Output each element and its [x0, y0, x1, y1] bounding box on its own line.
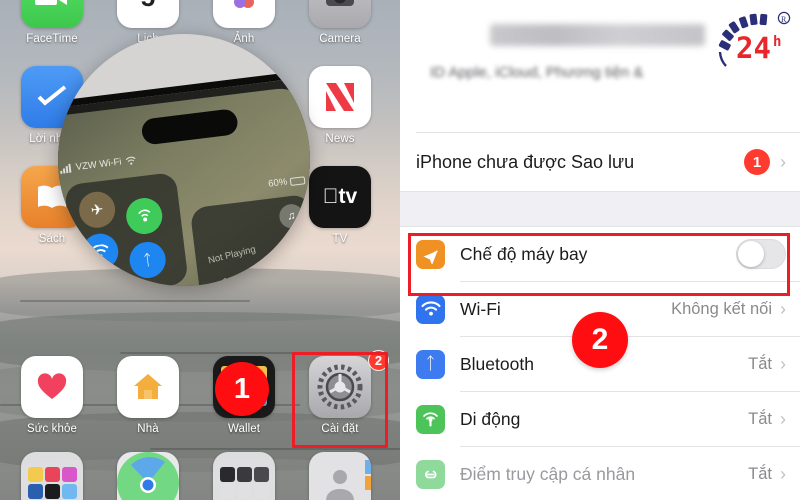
media-play-icon[interactable]: ▶ [248, 276, 261, 286]
battery-indicator: 60% [267, 174, 306, 190]
facetime-icon [21, 0, 83, 28]
magnified-phone-screen: VZW Wi-Fi 60% ✈ ᛏ ♫ ◀◀ ▶ Not Playing [58, 84, 310, 286]
screenshot-root: FaceTime 5 Lịch Ảnh [0, 0, 800, 500]
dock-folder-1[interactable] [4, 452, 100, 500]
account-name-redacted [490, 24, 705, 46]
backup-row[interactable]: iPhone chưa được Sao lưu 1 › [400, 133, 800, 191]
step-2-callout: 2 [572, 312, 628, 368]
dock-maps[interactable] [100, 452, 196, 500]
airplane-icon [416, 239, 445, 269]
app-camera[interactable]: Camera [292, 0, 388, 45]
backup-badge: 1 [744, 149, 770, 175]
photos-icon [213, 0, 275, 28]
cellular-toggle-button[interactable] [124, 196, 165, 237]
hotspot-icon [416, 459, 445, 489]
row-cellular[interactable]: Di động Tắt › [400, 392, 800, 446]
news-icon [309, 66, 371, 128]
chevron-right-icon: › [780, 152, 786, 172]
dynamic-island [140, 108, 239, 146]
chevron-right-icon: › [780, 299, 786, 319]
app-label: FaceTime [26, 33, 78, 45]
media-next-icon[interactable]: ▶▶ [289, 282, 307, 286]
row-label: Điểm truy cập cá nhân [460, 463, 636, 484]
folder-icon [213, 452, 275, 500]
wifi-status-value: Không kết nối [671, 299, 772, 318]
bluetooth-status-value: Tắt [748, 354, 772, 373]
connectivity-tile: ✈ ᛏ [63, 171, 189, 286]
bluetooth-icon: ᛏ [416, 349, 445, 379]
app-nha[interactable]: Nhà [100, 356, 196, 435]
magnified-phone-body: VZW Wi-Fi 60% ✈ ᛏ ♫ ◀◀ ▶ Not Playing [58, 68, 310, 286]
appletv-icon: tv [309, 166, 371, 228]
app-suc-khoe[interactable]: Sức khỏe [4, 356, 100, 435]
row-label: Chế độ máy bay [460, 243, 588, 264]
backup-label: iPhone chưa được Sao lưu [416, 151, 635, 172]
battery-shell-icon [289, 175, 306, 186]
apple-account-row[interactable]: ID Apple, iCloud, Phương tiện & 24 h R [400, 0, 800, 132]
app-label: Nhà [137, 423, 159, 435]
settings-panel: ID Apple, iCloud, Phương tiện & 24 h R i… [400, 0, 800, 500]
folder-icon [21, 452, 83, 500]
app-label: Wallet [227, 423, 261, 435]
section-gap [400, 191, 800, 227]
bluetooth-toggle-button[interactable]: ᛏ [127, 239, 168, 281]
control-center-magnifier: VZW Wi-Fi 60% ✈ ᛏ ♫ ◀◀ ▶ Not Playing [58, 34, 310, 286]
airplay-icon[interactable]: ♫ [277, 202, 305, 230]
home-icon [117, 356, 179, 418]
battery-percent: 60% [267, 176, 288, 190]
svg-text:R: R [781, 15, 787, 24]
svg-text:24: 24 [736, 31, 771, 65]
watermark-24h-logo: 24 h R [700, 6, 794, 76]
cellular-status-value: Tắt [748, 409, 772, 428]
dock-folder-2[interactable] [196, 452, 292, 500]
airplane-toggle-button[interactable]: ✈ [77, 189, 118, 230]
settings-app-highlight-box [292, 352, 388, 448]
wifi-icon [416, 294, 445, 324]
chevron-right-icon: › [780, 354, 786, 374]
media-prev-icon[interactable]: ◀◀ [216, 274, 236, 286]
signal-icon [60, 163, 72, 174]
health-icon [21, 356, 83, 418]
row-personal-hotspot[interactable]: Điểm truy cập cá nhân Tắt › [400, 447, 800, 500]
row-label: Wi-Fi [460, 298, 501, 319]
row-airplane-mode[interactable]: Chế độ máy bay [400, 227, 800, 281]
wifi-status-icon [125, 156, 136, 165]
chevron-right-icon: › [780, 464, 786, 484]
row-label: Di động [460, 408, 521, 429]
media-tile[interactable]: ♫ ◀◀ ▶ ▶▶ [189, 193, 310, 286]
contacts-icon [309, 452, 371, 500]
camera-icon [309, 0, 371, 28]
chevron-right-icon: › [780, 409, 786, 429]
step-1-callout: 1 [215, 362, 269, 416]
app-label: Sức khỏe [26, 423, 78, 435]
app-facetime[interactable]: FaceTime [4, 0, 100, 45]
hotspot-status-value: Tắt [748, 464, 772, 483]
wifi-toggle-button[interactable] [80, 231, 121, 272]
calendar-icon: 5 [117, 0, 179, 28]
cellular-icon [416, 404, 445, 434]
app-label: Camera [319, 33, 361, 45]
svg-text:h: h [773, 34, 781, 50]
dock-contacts[interactable] [292, 452, 388, 500]
iphone-home-screen: FaceTime 5 Lịch Ảnh [0, 0, 400, 500]
carrier-label: VZW Wi-Fi [75, 155, 123, 173]
toggle-knob [738, 241, 764, 267]
maps-icon [117, 452, 179, 500]
airplane-mode-toggle[interactable] [736, 239, 786, 269]
